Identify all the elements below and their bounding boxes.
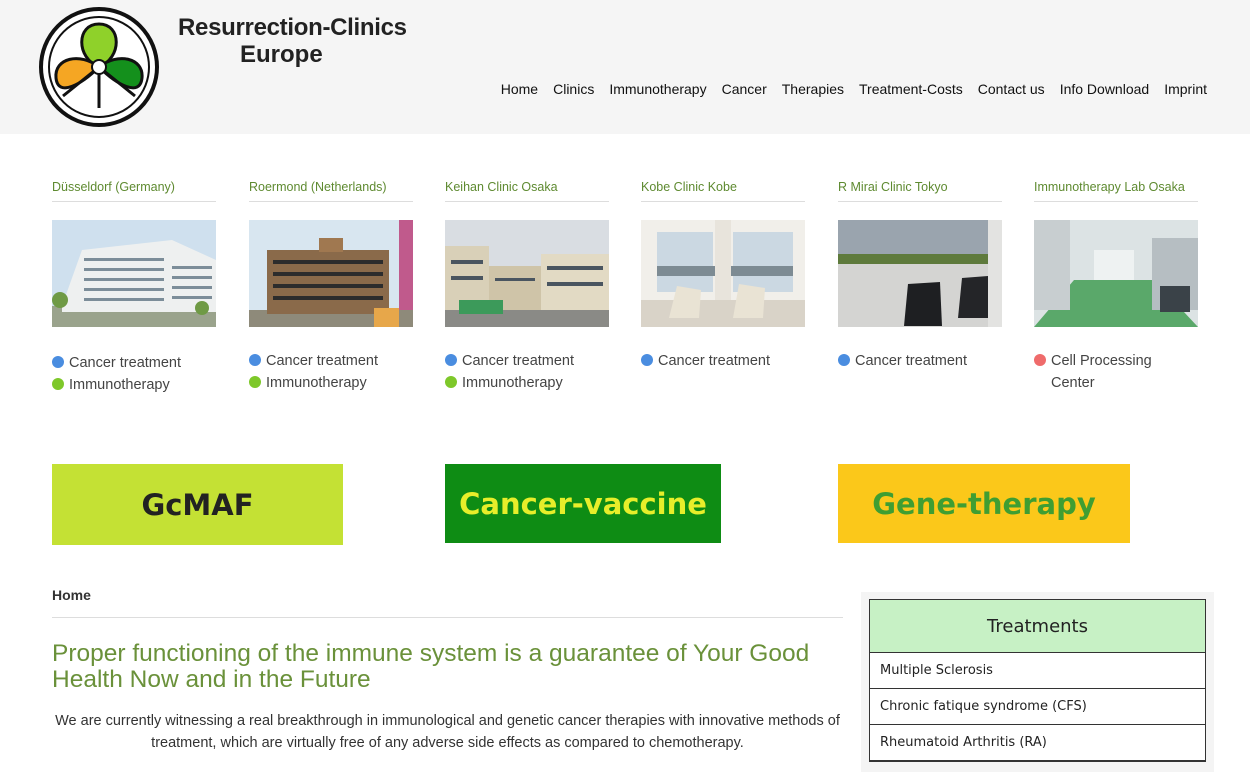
clinic-tags: Cancer treatment Immunotherapy: [249, 350, 413, 394]
treatment-item-ms[interactable]: Multiple Sclerosis: [870, 653, 1205, 689]
green-dot-icon: [52, 378, 64, 390]
intro-paragraph: We are currently witnessing a real break…: [55, 713, 840, 751]
breadcrumb: Home: [52, 587, 91, 603]
cancer-vaccine-banner[interactable]: Cancer-vaccine: [445, 464, 721, 543]
gene-therapy-banner[interactable]: Gene-therapy: [838, 464, 1130, 543]
clinic-card-lab-osaka: Immunotherapy Lab Osaka Cell Processing …: [1034, 180, 1198, 391]
tag-label: Cancer treatment: [658, 353, 771, 369]
green-dot-icon: [249, 376, 261, 388]
tag-cancer-treatment: Cancer treatment: [641, 350, 805, 372]
green-dot-icon: [445, 376, 457, 388]
tag-cancer-treatment: Cancer treatment: [52, 352, 216, 374]
tag-immunotherapy: Immunotherapy: [249, 372, 413, 394]
treatment-item-ra[interactable]: Rheumatoid Arthritis (RA): [870, 725, 1205, 761]
tag-label: Cancer treatment: [266, 353, 379, 369]
tag-cancer-treatment: Cancer treatment: [249, 350, 413, 372]
page-headline: Proper functioning of the immune system …: [52, 640, 810, 693]
tag-label: Cancer treatment: [855, 353, 968, 369]
tag-label: Immunotherapy: [266, 375, 367, 391]
main-nav: Home Clinics Immunotherapy Cancer Therap…: [486, 81, 1207, 97]
tag-cell-processing: Cell Processing Center: [1034, 350, 1198, 394]
nav-clinics[interactable]: Clinics: [553, 81, 594, 97]
nav-info-download[interactable]: Info Download: [1060, 81, 1150, 97]
tag-immunotherapy: Immunotherapy: [52, 374, 216, 396]
blue-dot-icon: [445, 354, 457, 366]
nav-home[interactable]: Home: [501, 81, 538, 97]
blue-dot-icon: [838, 354, 850, 366]
clinic-card-roermond: Roermond (Netherlands) Cancer treatment …: [249, 180, 413, 391]
clinic-card-tokyo: R Mirai Clinic Tokyo Cancer treatment: [838, 180, 1002, 369]
tag-cancer-treatment: Cancer treatment: [838, 350, 1002, 372]
brand-line2: Europe: [240, 41, 323, 68]
tag-label: Immunotherapy: [69, 377, 170, 393]
clinic-title[interactable]: Düsseldorf (Germany): [52, 180, 216, 202]
clinic-photo[interactable]: [52, 220, 216, 327]
clinic-photo[interactable]: [641, 220, 805, 327]
nav-therapies[interactable]: Therapies: [782, 81, 844, 97]
blue-dot-icon: [641, 354, 653, 366]
clinic-card-dusseldorf: Düsseldorf (Germany) Cancer treatment Im…: [52, 180, 216, 393]
nav-imprint[interactable]: Imprint: [1164, 81, 1207, 97]
clinic-photo[interactable]: [838, 220, 1002, 327]
clinic-photo[interactable]: [249, 220, 413, 327]
clinic-photo[interactable]: [445, 220, 609, 327]
treatment-item-cfs[interactable]: Chronic fatique syndrome (CFS): [870, 689, 1205, 725]
clinic-title[interactable]: Kobe Clinic Kobe: [641, 180, 805, 202]
tag-label: Cancer treatment: [462, 353, 575, 369]
treatments-box: Treatments Multiple Sclerosis Chronic fa…: [869, 599, 1206, 762]
clinic-tags: Cancer treatment: [838, 350, 1002, 372]
clover-logo-icon[interactable]: [38, 6, 160, 128]
blue-dot-icon: [249, 354, 261, 366]
brand-name[interactable]: Resurrection-Clinics Europe: [178, 14, 407, 68]
clinic-title[interactable]: Keihan Clinic Osaka: [445, 180, 609, 202]
clinic-tags: Cell Processing Center: [1034, 350, 1198, 394]
tag-immunotherapy: Immunotherapy: [445, 372, 609, 394]
nav-immunotherapy[interactable]: Immunotherapy: [609, 81, 706, 97]
nav-contact[interactable]: Contact us: [978, 81, 1045, 97]
divider: [52, 617, 843, 618]
treatments-heading: Treatments: [870, 600, 1205, 653]
clinic-title[interactable]: Roermond (Netherlands): [249, 180, 413, 202]
clinic-card-keihan: Keihan Clinic Osaka Cancer treatment Imm…: [445, 180, 609, 391]
clinic-card-kobe: Kobe Clinic Kobe Cancer treatment: [641, 180, 805, 369]
gcmaf-banner[interactable]: GcMAF: [52, 464, 343, 545]
nav-cancer[interactable]: Cancer: [722, 81, 767, 97]
site-header: Resurrection-Clinics Europe Home Clinics…: [0, 0, 1250, 134]
tag-label: Cancer treatment: [69, 355, 182, 371]
red-dot-icon: [1034, 354, 1046, 366]
brand-line1: Resurrection-Clinics: [178, 14, 407, 41]
clinic-title[interactable]: Immunotherapy Lab Osaka: [1034, 180, 1198, 202]
clinic-title[interactable]: R Mirai Clinic Tokyo: [838, 180, 1002, 202]
nav-treatment-costs[interactable]: Treatment-Costs: [859, 81, 963, 97]
tag-label: Immunotherapy: [462, 375, 563, 391]
clinic-tags: Cancer treatment Immunotherapy: [445, 350, 609, 394]
blue-dot-icon: [52, 356, 64, 368]
clinic-tags: Cancer treatment: [641, 350, 805, 372]
tag-label: Cell Processing Center: [1051, 353, 1152, 391]
tag-cancer-treatment: Cancer treatment: [445, 350, 609, 372]
clinic-photo[interactable]: [1034, 220, 1198, 327]
clinic-tags: Cancer treatment Immunotherapy: [52, 352, 216, 396]
